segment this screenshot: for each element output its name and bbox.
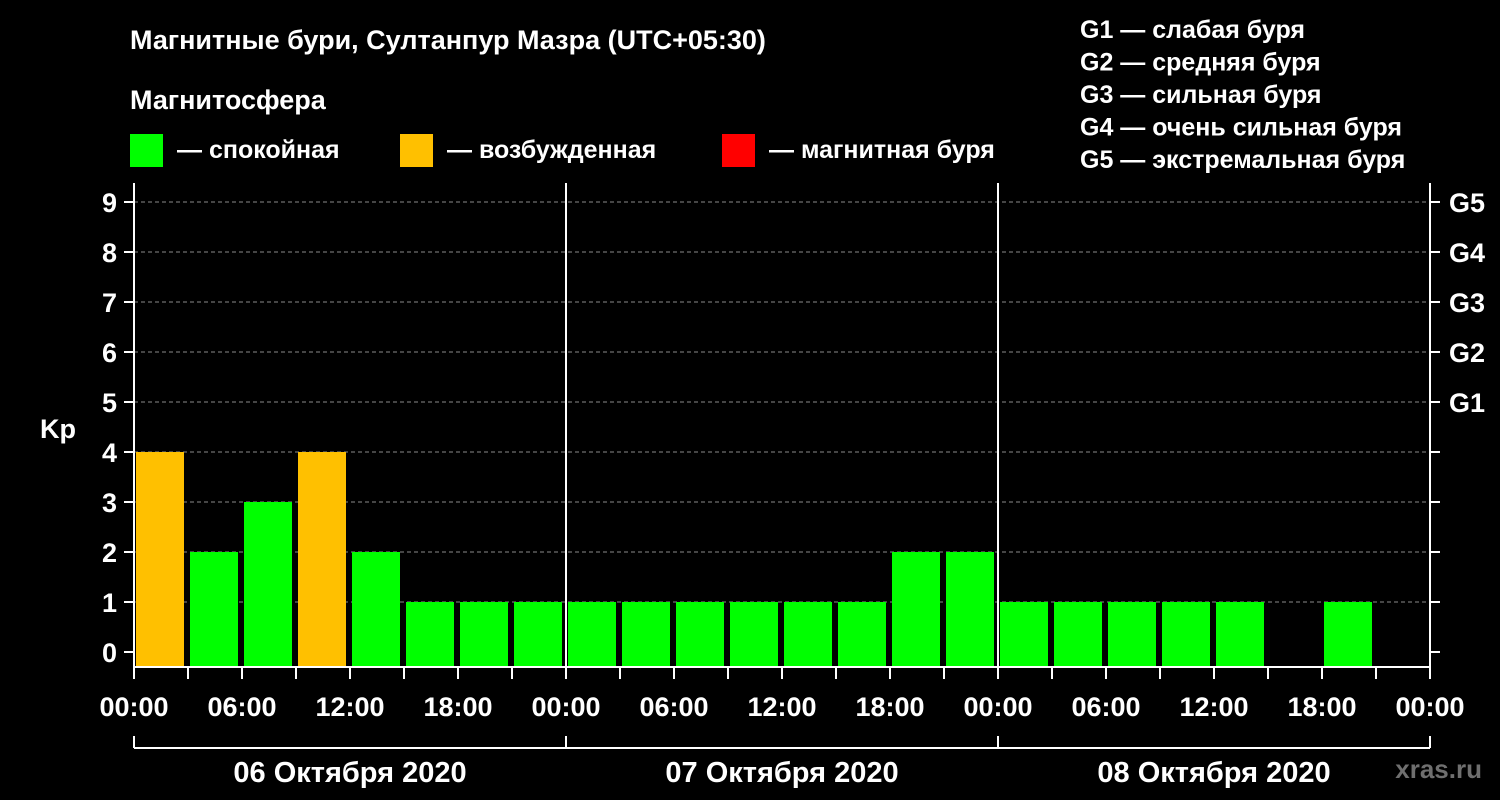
bar-14 xyxy=(892,552,940,667)
g-legend-g1: G1 — слабая буря xyxy=(1080,16,1305,44)
chart-title: Магнитные бури, Султанпур Мазра (UTC+05:… xyxy=(130,25,766,55)
bar-16 xyxy=(1000,602,1048,667)
date-label-1: 07 Октября 2020 xyxy=(665,757,898,789)
x-tick-label-9: 06:00 xyxy=(1071,692,1140,722)
date-labels: 06 Октября 2020 07 Октября 2020 08 Октября… xyxy=(233,757,1330,789)
y-tick-labels: 0 1 2 3 4 5 6 7 8 9 xyxy=(102,188,117,668)
x-tick-label-5: 06:00 xyxy=(639,692,708,722)
y-tick-label-1: 1 xyxy=(102,588,117,618)
y-tick-label-5: 5 xyxy=(102,388,117,418)
bar-17 xyxy=(1054,602,1102,667)
x-tick-label-0: 00:00 xyxy=(99,692,168,722)
y-tick-label-7: 7 xyxy=(102,288,117,318)
bar-9 xyxy=(622,602,670,667)
bar-12 xyxy=(784,602,832,667)
date-label-2: 08 Октября 2020 xyxy=(1097,757,1330,789)
bar-7 xyxy=(514,602,562,667)
y-tick-label-6: 6 xyxy=(102,338,117,368)
x-tick-label-8: 00:00 xyxy=(963,692,1032,722)
bar-4 xyxy=(352,552,400,667)
x-tick-label-12: 00:00 xyxy=(1395,692,1464,722)
legend-label-excited: — возбужденная xyxy=(447,136,656,164)
y-axis-label: Kp xyxy=(40,414,76,444)
x-tick-label-7: 18:00 xyxy=(855,692,924,722)
legend-label-calm: — спокойная xyxy=(177,136,340,164)
y-tick-label-8: 8 xyxy=(102,238,117,268)
legend-label-storm: — магнитная буря xyxy=(769,136,995,164)
status-legend: — спокойная — возбужденная — магнитная бур… xyxy=(130,134,995,167)
bar-0 xyxy=(136,452,184,667)
bar-11 xyxy=(730,602,778,667)
bar-20 xyxy=(1216,602,1264,667)
bar-5 xyxy=(406,602,454,667)
y-tick-label-2: 2 xyxy=(102,538,117,568)
x-tick-label-10: 12:00 xyxy=(1179,692,1248,722)
bar-15 xyxy=(946,552,994,667)
g-level-label-g4: G4 xyxy=(1449,238,1485,268)
bar-19 xyxy=(1162,602,1210,667)
y-tick-label-4: 4 xyxy=(102,438,117,468)
date-label-0: 06 Октября 2020 xyxy=(233,757,466,789)
bar-22 xyxy=(1324,602,1372,667)
g-legend-g5: G5 — экстремальная буря xyxy=(1080,146,1405,174)
x-tick-label-4: 00:00 xyxy=(531,692,600,722)
chart-subtitle: Магнитосфера xyxy=(130,85,327,115)
g-level-label-g3: G3 xyxy=(1449,288,1485,318)
x-tick-label-2: 12:00 xyxy=(315,692,384,722)
bar-10 xyxy=(676,602,724,667)
g-level-label-g5: G5 xyxy=(1449,188,1485,218)
g-level-label-g2: G2 xyxy=(1449,338,1485,368)
x-tick-label-6: 12:00 xyxy=(747,692,816,722)
x-tick-label-3: 18:00 xyxy=(423,692,492,722)
bar-13 xyxy=(838,602,886,667)
x-tick-labels: 00:00 06:00 12:00 18:00 00:00 06:00 12:00 18:00… xyxy=(99,692,1464,722)
legend-swatch-calm xyxy=(130,134,163,167)
bar-6 xyxy=(460,602,508,667)
legend-swatch-excited xyxy=(400,134,433,167)
g-level-label-g1: G1 xyxy=(1449,388,1485,418)
g-legend-g4: G4 — очень сильная буря xyxy=(1080,114,1402,142)
bars xyxy=(136,452,1372,667)
y-tick-label-0: 0 xyxy=(102,638,117,668)
y-tick-label-3: 3 xyxy=(102,488,117,518)
g-level-labels: G1 G2 G3 G4 G5 xyxy=(1449,188,1485,418)
x-tick-label-1: 06:00 xyxy=(207,692,276,722)
g-level-legend: G1 — слабая буря G2 — средняя буря G3 — си… xyxy=(1080,16,1405,174)
bar-18 xyxy=(1108,602,1156,667)
bar-8 xyxy=(568,602,616,667)
kp-chart: Магнитные бури, Султанпур Мазра (UTC+05:… xyxy=(40,16,1485,789)
bar-1 xyxy=(190,552,238,667)
watermark: xras.ru xyxy=(1395,754,1482,784)
y-tick-label-9: 9 xyxy=(102,188,117,218)
x-tick-label-11: 18:00 xyxy=(1287,692,1356,722)
g-legend-g3: G3 — сильная буря xyxy=(1080,81,1322,109)
g-legend-g2: G2 — средняя буря xyxy=(1080,49,1321,77)
bar-3 xyxy=(298,452,346,667)
legend-swatch-storm xyxy=(722,134,755,167)
bar-2 xyxy=(244,502,292,667)
